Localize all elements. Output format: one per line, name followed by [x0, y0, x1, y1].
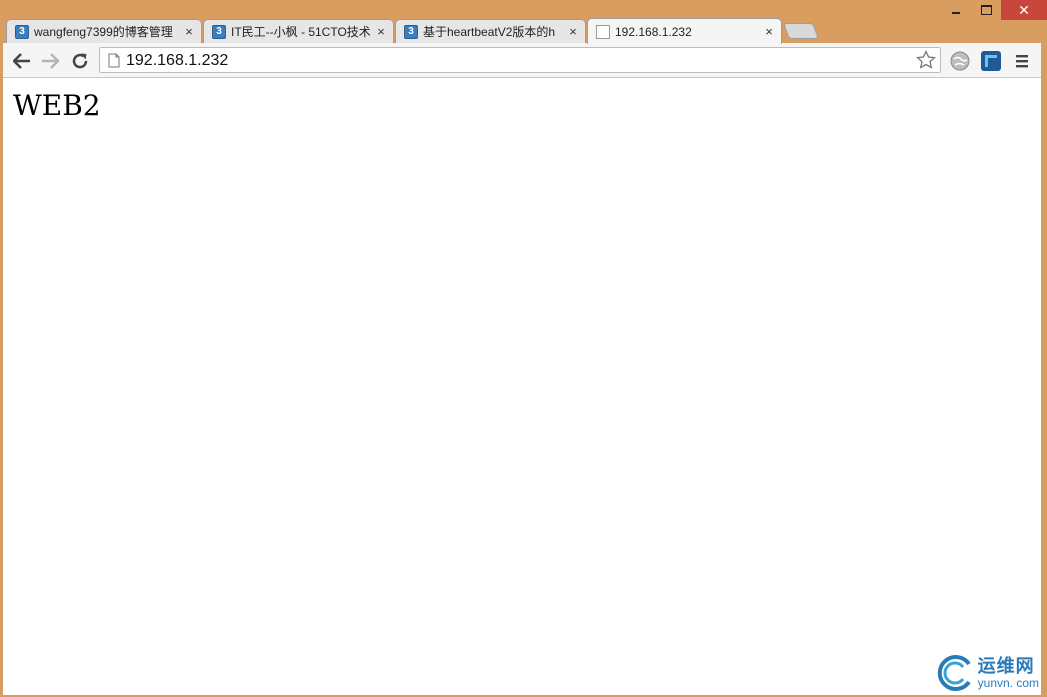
51cto-favicon-icon: 3 [212, 24, 226, 39]
tab-close-icon[interactable]: × [567, 24, 579, 39]
hamburger-menu-icon [1016, 55, 1028, 68]
watermark: 运维网 yunvn. com [936, 654, 1039, 692]
globe-icon [950, 51, 970, 71]
back-arrow-icon [13, 53, 30, 69]
forward-arrow-icon [42, 53, 59, 69]
tab-close-icon[interactable]: × [183, 24, 195, 39]
maximize-icon [980, 5, 992, 15]
minimize-icon [952, 12, 960, 14]
tab-title: 基于heartbeatV2版本的h [423, 25, 556, 39]
tab-title: 192.168.1.232 [615, 24, 692, 39]
tab-heartbeat[interactable]: 3 基于heartbeatV2版本的h × [395, 19, 586, 43]
extension-blue-button[interactable] [980, 50, 1002, 72]
address-bar[interactable]: 192.168.1.232 [99, 47, 941, 73]
new-tab-button[interactable] [783, 23, 819, 39]
page-viewport: WEB2 运维网 yunvn. com [3, 78, 1041, 695]
tab-title: IT民工--小枫 - 51CTO技术 [231, 25, 371, 39]
extension-icon [981, 51, 1001, 71]
tab-blog-admin[interactable]: 3 wangfeng7399的博客管理 × [6, 19, 202, 43]
forward-button[interactable] [39, 50, 61, 72]
browser-toolbar: 192.168.1.232 [3, 43, 1041, 78]
watermark-cn: 运维网 [977, 656, 1035, 676]
tab-active-192-168-1-232[interactable]: 192.168.1.232 × [587, 18, 782, 44]
bookmark-star-icon [916, 50, 936, 69]
page-icon [108, 53, 120, 68]
page-heading: WEB2 [13, 89, 101, 122]
extension-globe-button[interactable] [949, 50, 971, 72]
tab-close-icon[interactable]: × [763, 24, 775, 39]
51cto-favicon-icon: 3 [15, 24, 29, 39]
tab-it-worker[interactable]: 3 IT民工--小枫 - 51CTO技术 × [203, 19, 394, 43]
watermark-en: yunvn. com [977, 676, 1039, 690]
back-button[interactable] [11, 50, 33, 72]
watermark-logo-icon [937, 655, 971, 691]
tab-title: wangfeng7399的博客管理 [34, 25, 173, 39]
reload-icon [72, 53, 88, 69]
reload-button[interactable] [69, 50, 91, 72]
tab-close-icon[interactable]: × [375, 24, 387, 39]
page-icon [596, 24, 610, 39]
close-icon: ✕ [1018, 1, 1030, 18]
tab-strip: 3 wangfeng7399的博客管理 × 3 IT民工--小枫 - 51CTO… [6, 17, 1047, 44]
url-text[interactable]: 192.168.1.232 [126, 52, 228, 70]
51cto-favicon-icon: 3 [404, 24, 418, 39]
menu-button[interactable] [1011, 50, 1033, 72]
